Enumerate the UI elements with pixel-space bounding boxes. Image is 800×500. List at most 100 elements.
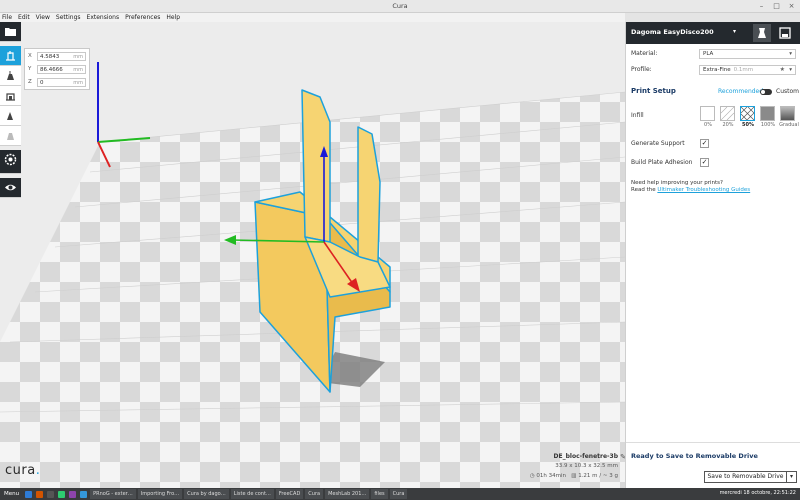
mode-custom[interactable]: Custom [776,88,799,95]
app-icon[interactable] [69,490,77,498]
maximize-icon[interactable]: □ [772,2,781,11]
z-unit: mm [73,80,83,86]
settings-sidebar: Dagoma EasyDisco200 ▾ Material: PLA ▾ Pr… [625,22,800,488]
infill-grid-icon [740,106,755,121]
3d-viewport[interactable] [0,22,625,488]
gear-icon [4,153,17,166]
profile-label: Profile: [631,66,652,73]
left-toolbar [0,22,21,198]
save-to-drive-button[interactable]: Save to Removable Drive [704,471,787,483]
material-value: PLA [703,51,714,57]
z-row: Z 0 mm [28,78,86,88]
rotate-icon [6,93,15,101]
menu-edit[interactable]: Edit [18,13,30,22]
printer-name[interactable]: Dagoma EasyDisco200 [631,28,714,36]
printer-dropdown-icon[interactable]: ▾ [733,28,736,35]
terminal-icon[interactable] [47,490,55,498]
files-icon[interactable] [25,490,33,498]
z-input[interactable]: 0 mm [37,78,86,87]
material-select[interactable]: PLA ▾ [699,49,796,59]
y-input[interactable]: 86.4666 mm [37,65,86,74]
support-blocker-button[interactable] [0,150,21,174]
app-icon[interactable] [58,490,66,498]
infill-option-0[interactable] [700,106,715,121]
menu-extensions[interactable]: Extensions [87,13,120,22]
help-prefix: Read the [631,187,656,193]
monitor-icon [779,27,791,39]
star-icon[interactable]: ★ [780,66,785,73]
mode-toggle[interactable] [760,89,772,95]
y-row: Y 86.4666 mm [28,65,86,75]
close-icon[interactable]: × [787,2,796,11]
menu-view[interactable]: View [36,13,50,22]
clock-icon: ◷ [529,473,535,479]
open-file-button[interactable] [0,22,21,42]
minimize-icon[interactable]: – [757,2,766,11]
material-usage: 1.21 m / ~ 3 g [578,473,618,479]
taskbar-window[interactable]: files [371,489,388,499]
infill-option-100[interactable] [760,106,775,121]
prepare-tab[interactable] [753,24,771,42]
taskbar-window[interactable]: Cura by dago… [184,489,229,499]
ready-status: Ready to Save to Removable Drive [631,452,758,460]
window-title: Cura [392,2,408,10]
chevron-down-icon: ▾ [789,51,792,57]
sidebar-header: Dagoma EasyDisco200 ▾ [626,22,800,44]
rotate-tool-button[interactable] [0,86,21,106]
taskbar-window[interactable]: MeshLab 201… [325,489,370,499]
z-value: 0 [40,80,44,86]
help-text: Need help improving your prints? [631,180,723,186]
x-input[interactable]: 4.5843 mm [37,52,86,61]
os-taskbar: Menu PRnoG - exter… Importing Fro… Cura … [0,488,800,500]
divider [626,442,800,443]
print-time: 01h 34min [536,473,566,479]
support-checkbox[interactable]: ✓ [700,139,709,148]
y-unit: mm [73,67,83,73]
app-icon[interactable] [80,490,88,498]
infill-label: Infill [631,112,644,119]
toggle-knob [761,90,765,94]
monitor-tab[interactable] [776,24,794,42]
folder-icon [5,28,16,36]
taskbar-window[interactable]: FreeCAD [275,489,304,499]
taskbar-window[interactable]: PRnoG - exter… [90,489,136,499]
scale-icon [7,71,14,80]
view-mode-button[interactable] [0,178,21,198]
menu-file[interactable]: File [2,13,12,22]
help-link-line: Read the Ultimaker Troubleshooting Guide… [631,187,750,193]
z-label: Z [28,79,32,85]
x-label: X [28,53,32,59]
menu-settings[interactable]: Settings [56,13,81,22]
adhesion-checkbox[interactable]: ✓ [700,158,709,167]
y-label: Y [28,66,32,72]
object-info: DE_bloc-fenetre-3b ✎ 33.9 x 10.3 x 32.5 … [478,453,626,479]
mirror-tool-button[interactable] [0,106,21,126]
print-estimate: ◷ 01h 34min ▥ 1.21 m / ~ 3 g [478,473,618,479]
menu-preferences[interactable]: Preferences [125,13,160,22]
print-setup-title: Print Setup [631,87,676,95]
y-value: 86.4666 [40,67,63,73]
infill-option-gradual[interactable] [780,106,795,121]
taskbar-window[interactable]: Cura [389,489,408,499]
taskbar-window[interactable]: Liste de cont… [230,489,274,499]
firefox-icon[interactable] [36,490,44,498]
move-tool-button[interactable] [0,46,21,66]
infill-sparse-icon [720,106,735,121]
start-menu[interactable]: Menu [0,491,23,497]
scale-tool-button[interactable] [0,66,21,86]
infill-label-100: 100% [760,122,776,128]
move-tool-panel: X 4.5843 mm Y 86.4666 mm Z 0 mm [24,48,90,90]
taskbar-window[interactable]: Cura [305,489,324,499]
menu-help[interactable]: Help [166,13,180,22]
per-model-settings-button[interactable] [0,126,21,146]
chevron-down-icon: ▾ [789,67,792,73]
move-icon [6,51,15,61]
infill-option-50[interactable] [740,106,755,121]
infill-option-20[interactable] [720,106,735,121]
mode-recommended[interactable]: Recommended [718,88,763,95]
profile-select[interactable]: Extra-Fine 0.1mm ★ ▾ [699,65,796,75]
troubleshooting-link[interactable]: Ultimaker Troubleshooting Guides [657,187,750,193]
save-options-dropdown[interactable]: ▾ [787,471,797,483]
taskbar-window[interactable]: Importing Fro… [137,489,183,499]
spool-icon: ▥ [571,473,577,479]
